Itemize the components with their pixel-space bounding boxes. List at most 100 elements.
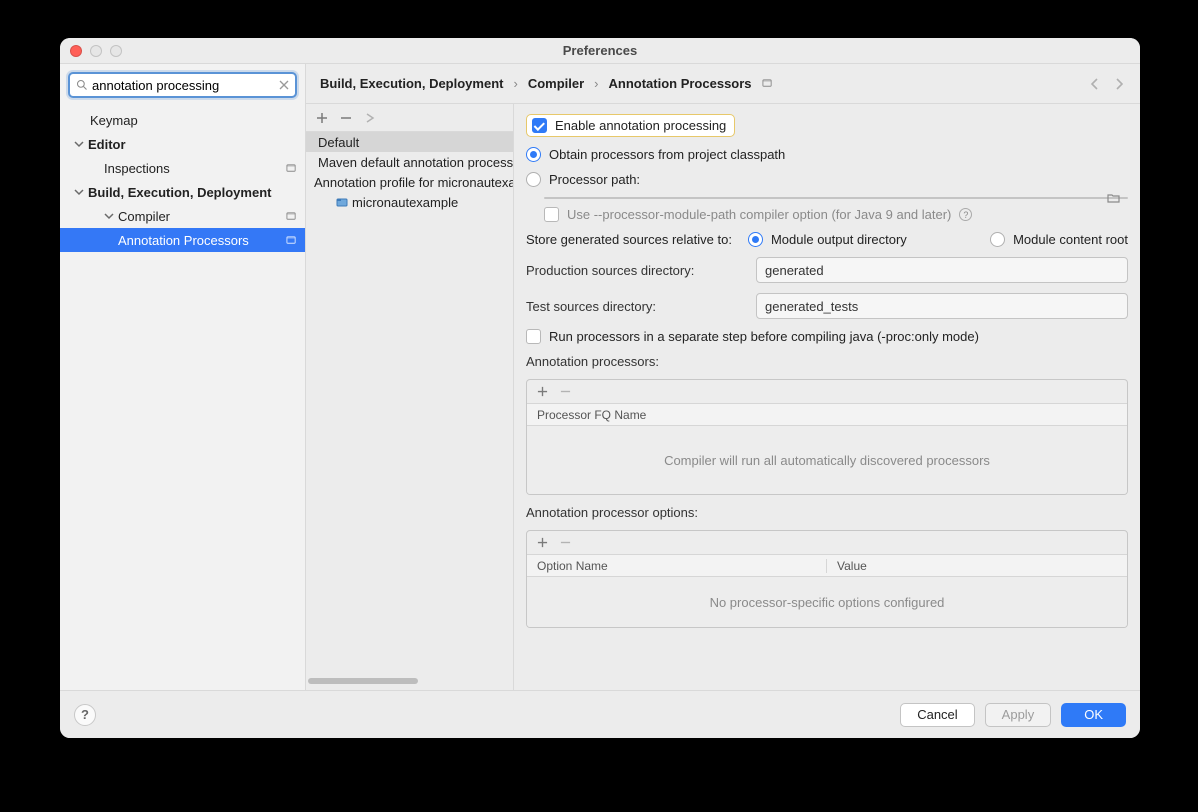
apply-label: Apply (1002, 707, 1035, 722)
options-table-header: Option Name Value (527, 555, 1127, 577)
help-button[interactable]: ? (74, 704, 96, 726)
enable-label: Enable annotation processing (555, 118, 726, 133)
store-label: Store generated sources relative to: (526, 232, 732, 247)
remove-profile-icon[interactable] (340, 112, 352, 124)
dialog-body: Keymap Editor Inspections Build, Executi… (60, 64, 1140, 690)
profile-module-item[interactable]: micronautexample (306, 192, 513, 212)
sidebar-item-build-execution-deployment[interactable]: Build, Execution, Deployment (60, 180, 305, 204)
processors-table: Processor FQ Name Compiler will run all … (526, 379, 1128, 495)
options-col-value: Value (827, 559, 1127, 573)
chevron-down-icon (74, 139, 84, 149)
profile-tree[interactable]: Default Maven default annotation process… (306, 132, 513, 678)
store-opt-b: Module content root (1013, 232, 1128, 247)
browse-folder-icon[interactable] (1107, 192, 1121, 204)
add-processor-icon[interactable] (537, 386, 548, 397)
sidebar-item-label: Annotation Processors (118, 233, 286, 248)
breadcrumb-segment[interactable]: Build, Execution, Deployment (320, 76, 503, 91)
chevron-down-icon (74, 187, 84, 197)
module-content-root-radio[interactable] (990, 232, 1005, 247)
prod-dir-label: Production sources directory: (526, 263, 748, 278)
breadcrumb: Build, Execution, Deployment › Compiler … (306, 64, 1140, 104)
project-scope-icon (286, 211, 297, 222)
clear-search-icon[interactable] (279, 80, 289, 90)
separate-step-row[interactable]: Run processors in a separate step before… (526, 329, 1128, 344)
move-profile-icon[interactable] (364, 112, 376, 124)
profile-label: Default (318, 135, 359, 150)
module-path-label: Use --processor-module-path compiler opt… (567, 207, 951, 222)
settings-tree[interactable]: Keymap Editor Inspections Build, Executi… (60, 104, 305, 690)
breadcrumb-segment: Annotation Processors (609, 76, 752, 91)
module-output-radio[interactable] (748, 232, 763, 247)
search-icon (76, 79, 88, 91)
sidebar-item-label: Inspections (104, 161, 286, 176)
sidebar-item-label: Editor (88, 137, 297, 152)
project-scope-icon (762, 78, 773, 89)
processor-path-row[interactable]: Processor path: (526, 172, 1128, 187)
history-back-icon[interactable] (1088, 77, 1102, 91)
obtain-classpath-row[interactable]: Obtain processors from project classpath (526, 147, 1128, 162)
options-table-empty: No processor-specific options configured (527, 577, 1127, 627)
store-option-content-root[interactable]: Module content root (990, 232, 1128, 247)
sidebar-item-compiler[interactable]: Compiler (60, 204, 305, 228)
content-split: Default Maven default annotation process… (306, 104, 1140, 690)
profile-item-default[interactable]: Default (306, 132, 513, 152)
test-dir-label: Test sources directory: (526, 299, 748, 314)
separate-step-checkbox[interactable] (526, 329, 541, 344)
obtain-label: Obtain processors from project classpath (549, 147, 785, 162)
processors-toolbar (527, 380, 1127, 404)
remove-processor-icon[interactable] (560, 386, 571, 397)
processors-table-empty: Compiler will run all automatically disc… (527, 426, 1127, 494)
processors-empty-text: Compiler will run all automatically disc… (664, 453, 990, 468)
processors-col-name: Processor FQ Name (527, 408, 1127, 422)
scrollbar-thumb[interactable] (308, 678, 418, 684)
processor-path-block: Use --processor-module-path compiler opt… (526, 197, 1128, 222)
project-scope-icon (286, 235, 297, 246)
sidebar-item-inspections[interactable]: Inspections (60, 156, 305, 180)
add-option-icon[interactable] (537, 537, 548, 548)
options-empty-text: No processor-specific options configured (710, 595, 945, 610)
profile-item[interactable]: Maven default annotation processors (306, 152, 513, 172)
breadcrumb-segment[interactable]: Compiler (528, 76, 584, 91)
options-section-label: Annotation processor options: (526, 505, 1128, 520)
breadcrumb-history (1088, 77, 1126, 91)
enable-annotation-processing-checkbox[interactable] (532, 118, 547, 133)
settings-search-input[interactable] (92, 78, 273, 93)
cancel-button[interactable]: Cancel (900, 703, 974, 727)
processors-section-label: Annotation processors: (526, 354, 1128, 369)
module-path-row[interactable]: Use --processor-module-path compiler opt… (544, 207, 1128, 222)
prod-dir-value: generated (765, 263, 824, 278)
ok-button[interactable]: OK (1061, 703, 1126, 727)
history-forward-icon[interactable] (1112, 77, 1126, 91)
sidebar-item-keymap[interactable]: Keymap (60, 108, 305, 132)
profile-label: Maven default annotation processors (318, 155, 513, 170)
processors-table-header: Processor FQ Name (527, 404, 1127, 426)
module-path-checkbox[interactable] (544, 207, 559, 222)
add-profile-icon[interactable] (316, 112, 328, 124)
remove-option-icon[interactable] (560, 537, 571, 548)
separate-step-label: Run processors in a separate step before… (549, 329, 979, 344)
preferences-window: Preferences Keymap Editor (60, 38, 1140, 738)
processor-path-label: Processor path: (549, 172, 640, 187)
processor-path-radio[interactable] (526, 172, 541, 187)
test-dir-value: generated_tests (765, 299, 858, 314)
processor-path-input[interactable] (544, 197, 1128, 199)
prod-dir-input[interactable]: generated (756, 257, 1128, 283)
profile-item[interactable]: Annotation profile for micronautexample (306, 172, 513, 192)
profile-toolbar (306, 104, 513, 132)
store-option-output[interactable]: Module output directory (748, 232, 907, 247)
sidebar-item-annotation-processors[interactable]: Annotation Processors (60, 228, 305, 252)
test-dir-row: Test sources directory: generated_tests (526, 293, 1128, 319)
ok-label: OK (1084, 707, 1103, 722)
settings-search-field[interactable] (68, 72, 297, 98)
help-hint-icon[interactable]: ? (959, 208, 972, 221)
enable-annotation-processing-option[interactable]: Enable annotation processing (526, 114, 735, 137)
profile-label: micronautexample (352, 195, 458, 210)
sidebar-item-label: Compiler (118, 209, 286, 224)
obtain-from-classpath-radio[interactable] (526, 147, 541, 162)
sidebar-item-editor[interactable]: Editor (60, 132, 305, 156)
test-dir-input[interactable]: generated_tests (756, 293, 1128, 319)
apply-button[interactable]: Apply (985, 703, 1052, 727)
dialog-footer: ? Cancel Apply OK (60, 690, 1140, 738)
enable-row: Enable annotation processing (526, 114, 1128, 137)
horizontal-scrollbar[interactable] (308, 678, 511, 686)
